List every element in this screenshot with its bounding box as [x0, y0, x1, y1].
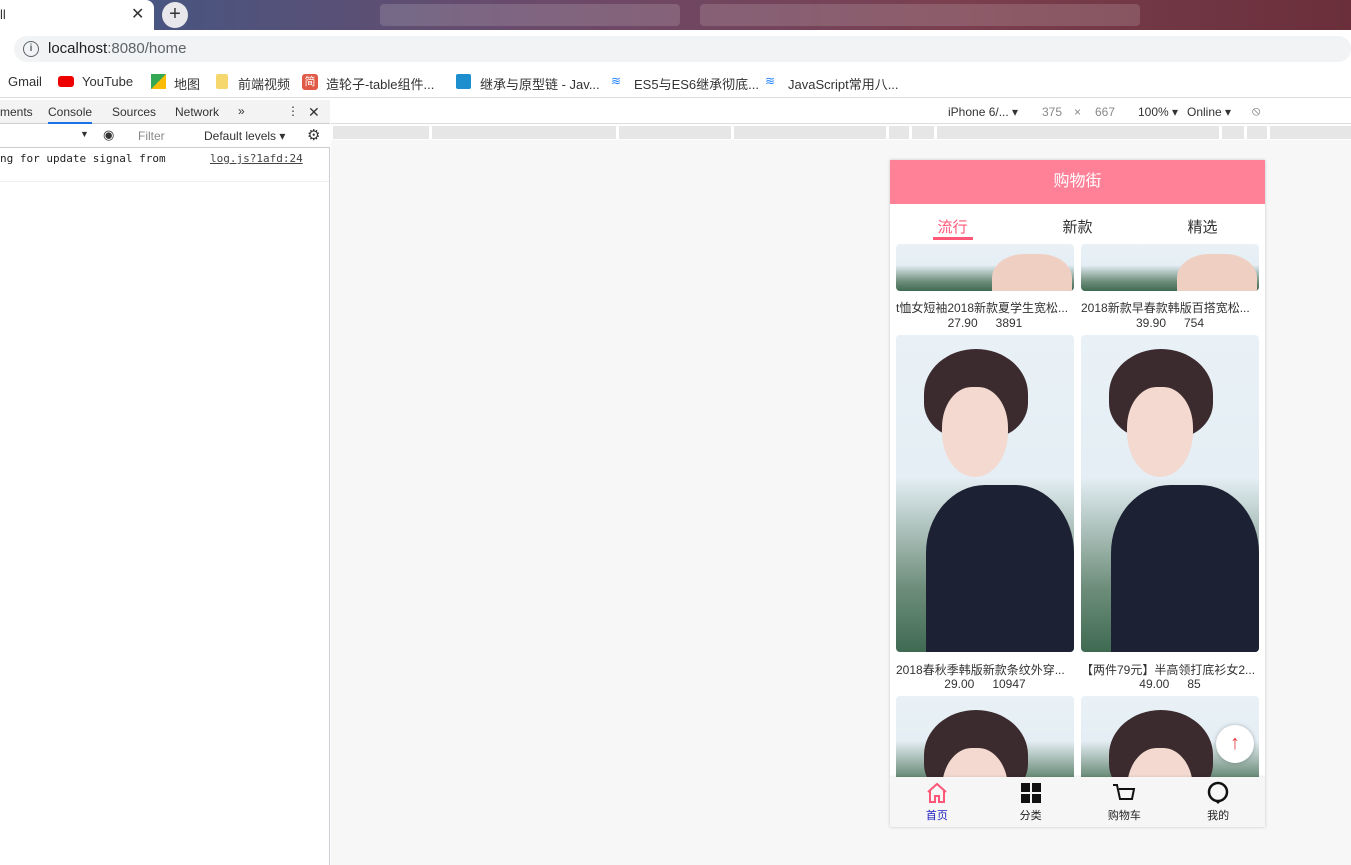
device-width[interactable]: 375 [1042, 105, 1062, 119]
goods-collect: 85 [1187, 677, 1201, 691]
goods-title[interactable]: 【两件79元】半高领打底衫女2... [1081, 661, 1259, 678]
console-log-text: ng for update signal from [0, 152, 166, 165]
goods-collect: 3891 [995, 316, 1023, 330]
tab-sources[interactable]: Sources [112, 105, 156, 119]
nav-bar-title: 购物街 [890, 160, 1265, 204]
info-icon[interactable]: i [23, 41, 39, 57]
bookmark-gmail[interactable]: Gmail [8, 74, 42, 89]
browser-tab-active[interactable]: ll ✕ [0, 0, 154, 30]
log-separator [0, 181, 329, 182]
goods-image[interactable] [896, 244, 1074, 291]
console-log-source-link[interactable]: log.js?1afd:24 [210, 152, 303, 165]
ruler-segment[interactable] [619, 126, 731, 139]
ruler-segment[interactable] [889, 126, 909, 139]
tabbar-cart[interactable]: 购物车 [1078, 781, 1172, 823]
youtube-icon [58, 76, 74, 87]
category-icon [1020, 783, 1041, 803]
goods-info: 29.00 10947 [896, 677, 1074, 691]
tabbar-home[interactable]: 首页 [890, 781, 984, 823]
bookmark-es5-es6[interactable]: ES5与ES6继承彻底... [634, 74, 759, 93]
home-icon [927, 782, 947, 803]
cart-icon [1113, 784, 1136, 800]
goods-price: 49.00 [1139, 677, 1170, 691]
phone-viewport: 购物街 流行 新款 精选 t恤女短袖2018新款夏学生宽松... 27.90 38… [890, 160, 1265, 827]
jian-icon: 简 [302, 74, 318, 90]
context-dropdown-icon[interactable]: ▼ [80, 129, 89, 139]
bookmark-youtube[interactable]: YouTube [82, 74, 133, 89]
tab-title: ll [0, 7, 6, 22]
ruler-segment[interactable] [1247, 126, 1267, 139]
back-top-button[interactable]: ↑ [1216, 725, 1254, 763]
ruler-segment[interactable] [937, 126, 1219, 139]
settings-gear-icon[interactable]: ⚙ [307, 126, 320, 144]
goods-collect: 754 [1184, 316, 1205, 330]
goods-collect: 10947 [992, 677, 1026, 691]
bookmark-maps[interactable]: 地图 [174, 74, 200, 93]
bookmark-table-component[interactable]: 造轮子-table组件... [326, 74, 434, 93]
device-height[interactable]: 667 [1095, 105, 1115, 119]
tab-popular[interactable]: 流行 [890, 216, 1015, 237]
ruler-segment[interactable] [1270, 126, 1351, 139]
new-tab-button[interactable]: + [162, 2, 188, 28]
goods-price: 29.00 [944, 677, 975, 691]
kebab-menu-icon[interactable]: ⋮ [287, 104, 299, 118]
tabbar-label: 我的 [1207, 810, 1230, 822]
eye-icon[interactable]: ◉ [103, 127, 114, 143]
zoom-select[interactable]: 100% ▾ [1138, 105, 1178, 119]
ruler-segment[interactable] [1222, 126, 1244, 139]
devtools-panel [0, 100, 330, 865]
rotate-icon[interactable]: ⦸ [1252, 103, 1260, 119]
goods-info: 39.90 754 [1081, 316, 1259, 330]
tabbar-category[interactable]: 分类 [984, 781, 1078, 823]
goods-title[interactable]: 2018春秋季韩版新款条纹外穿... [896, 661, 1074, 678]
mdn-icon [456, 74, 471, 89]
goods-image[interactable] [1081, 244, 1259, 291]
bookmark-frontend-video[interactable]: 前端视频 [238, 74, 290, 93]
tabbar-label: 购物车 [1107, 810, 1141, 822]
close-devtools-icon[interactable]: ✕ [308, 104, 320, 121]
ruler-segment[interactable] [912, 126, 934, 139]
more-tabs-icon[interactable]: » [238, 104, 245, 118]
tabbar-label: 首页 [925, 810, 948, 822]
ruler-segment[interactable] [333, 126, 429, 139]
profile-icon [1207, 781, 1229, 804]
ruler-segment[interactable] [734, 126, 886, 139]
tab-active-underline [933, 237, 973, 240]
tabbar-profile[interactable]: 我的 [1171, 781, 1265, 823]
goods-price: 27.90 [947, 316, 978, 330]
juejin-icon: ≋ [611, 74, 622, 88]
tab-elements[interactable]: ments [0, 105, 33, 119]
goods-image[interactable] [896, 335, 1074, 652]
goods-info: 49.00 85 [1081, 677, 1259, 691]
bookmark-prototype-chain[interactable]: 继承与原型链 - Jav... [480, 74, 600, 93]
goods-price: 39.90 [1135, 316, 1166, 330]
tab-new[interactable]: 新款 [1015, 216, 1140, 237]
url-text[interactable]: localhost:8080/home [48, 40, 186, 57]
goods-image[interactable] [1081, 335, 1259, 652]
ruler-segment[interactable] [432, 126, 616, 139]
goods-info: 27.90 3891 [896, 316, 1074, 330]
tab-network[interactable]: Network [175, 105, 219, 119]
tabbar-label: 分类 [1019, 810, 1042, 822]
goods-title[interactable]: t恤女短袖2018新款夏学生宽松... [896, 299, 1074, 316]
maps-icon [151, 74, 166, 89]
device-select[interactable]: iPhone 6/... ▾ [948, 105, 1018, 119]
blurred-tabs [380, 4, 680, 26]
main-tab-bar: 首页 分类 购物车 我的 [890, 777, 1265, 827]
network-throttle-select[interactable]: Online ▾ [1187, 105, 1231, 119]
filter-input[interactable]: Filter [138, 129, 202, 145]
dimension-times: × [1074, 105, 1082, 119]
juejin-icon: ≋ [765, 74, 776, 88]
tab-console[interactable]: Console [48, 105, 93, 124]
default-levels-dropdown[interactable]: Default levels ▾ [204, 129, 285, 143]
folder-icon [216, 74, 228, 89]
tab-close-icon[interactable]: ✕ [131, 4, 144, 24]
goods-title[interactable]: 2018新款早春款韩版百搭宽松... [1081, 299, 1259, 316]
tab-selected[interactable]: 精选 [1140, 216, 1265, 237]
blurred-tabs-2 [700, 4, 1140, 26]
omnibox[interactable] [14, 36, 1351, 62]
bookmark-javascript[interactable]: JavaScript常用八... [788, 74, 899, 93]
